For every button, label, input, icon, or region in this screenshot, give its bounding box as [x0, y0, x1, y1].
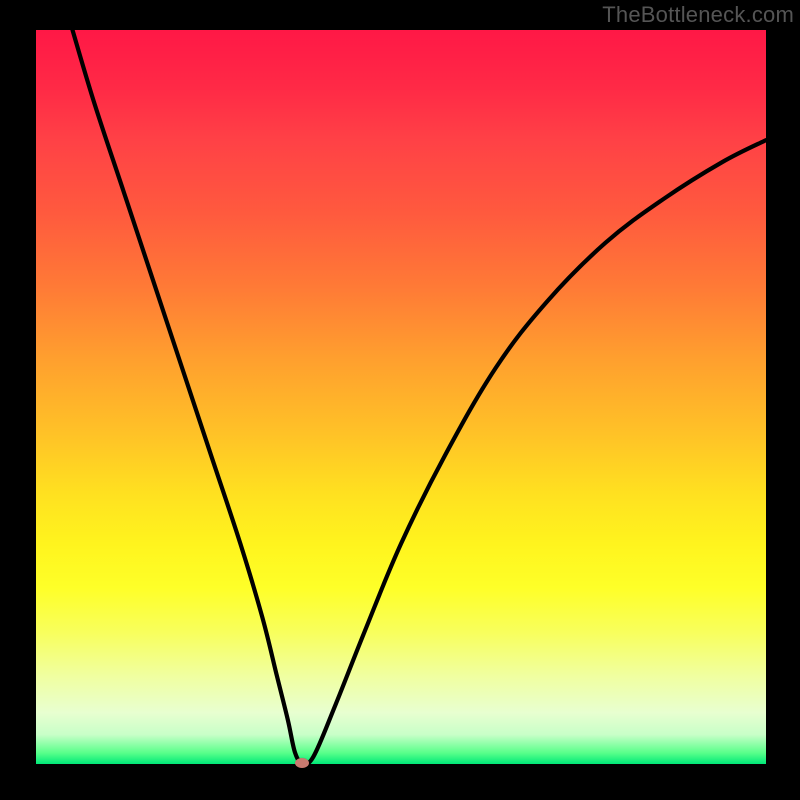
watermark-text: TheBottleneck.com [602, 2, 794, 28]
chart-plot-area [36, 30, 766, 764]
optimal-point-marker [295, 758, 309, 768]
bottleneck-curve [36, 30, 766, 764]
